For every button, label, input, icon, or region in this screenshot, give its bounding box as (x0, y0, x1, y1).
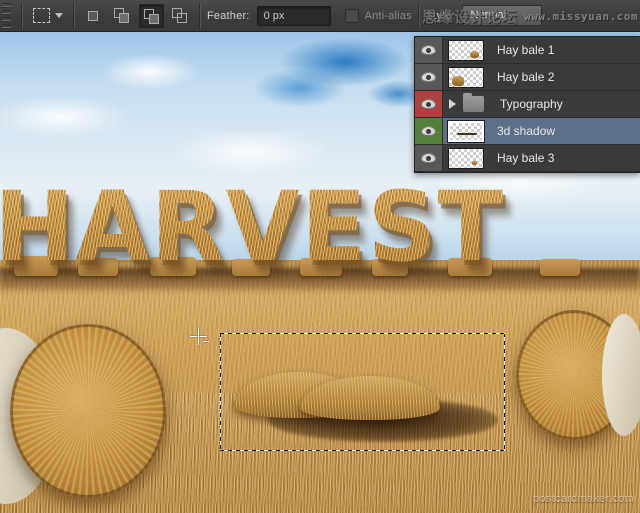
layers-panel[interactable]: Hay bale 1 Hay bale 2 Typography 3d shadow H… (414, 36, 640, 173)
add-to-selection-button[interactable] (110, 4, 135, 28)
layer-row[interactable]: Typography (415, 91, 640, 118)
anti-alias-checkbox[interactable] (345, 9, 359, 23)
layer-row[interactable]: 3d shadow (415, 118, 640, 145)
layer-visibility-toggle[interactable] (415, 64, 443, 90)
tool-preset-picker[interactable] (29, 8, 67, 23)
options-bar: Feather: 0 px Anti-alias Style: Normal 思… (0, 0, 640, 32)
layer-thumbnail (448, 121, 484, 142)
layer-thumbnail (448, 148, 484, 169)
harvest-text-face: HARVEST (0, 168, 634, 286)
toolbar-separator-2 (73, 3, 75, 29)
style-label: Style: (426, 10, 455, 22)
thumbnail-bale-shape (470, 51, 479, 58)
layer-thumbnail (448, 40, 484, 61)
layer-thumbnail-cell[interactable] (443, 145, 489, 171)
layer-visibility-toggle[interactable] (415, 37, 443, 63)
feather-label: Feather: (207, 10, 250, 22)
eye-icon (421, 99, 436, 109)
eye-icon (421, 153, 436, 163)
toolbar-separator-1 (21, 3, 23, 29)
layer-visibility-toggle[interactable] (415, 91, 443, 117)
layer-row[interactable]: Hay bale 2 (415, 64, 640, 91)
style-dropdown[interactable]: Normal (462, 5, 542, 26)
right-bale-side-face (602, 314, 640, 436)
subtract-from-selection-button[interactable] (139, 4, 164, 28)
layer-thumbnail (448, 67, 484, 88)
harvest-3d-text: HARVEST HARVEST (0, 168, 634, 298)
layer-name-label: Hay bale 1 (497, 43, 554, 57)
layer-thumbnail-cell[interactable] (443, 118, 489, 144)
folder-icon (463, 96, 484, 112)
eye-icon (421, 72, 436, 82)
intersect-with-selection-button[interactable] (168, 4, 193, 28)
rectangular-marquee-icon (33, 8, 50, 23)
new-selection-button[interactable] (81, 4, 106, 28)
feather-input[interactable]: 0 px (257, 6, 331, 26)
layer-thumbnail-cell[interactable] (443, 37, 489, 63)
eye-icon (421, 45, 436, 55)
toolbar-separator-3 (199, 3, 201, 29)
chevron-down-icon[interactable] (55, 13, 63, 18)
anti-alias-label: Anti-alias (365, 10, 412, 22)
layer-name-label: Hay bale 3 (497, 151, 554, 165)
layer-name-label: Hay bale 2 (497, 70, 554, 84)
new-selection-icon (88, 11, 98, 21)
layer-visibility-toggle[interactable] (415, 118, 443, 144)
layer-row[interactable]: Hay bale 3 (415, 145, 640, 172)
eye-icon (421, 126, 436, 136)
group-expand-arrow-icon[interactable] (449, 99, 456, 109)
layer-name-label: 3d shadow (497, 124, 555, 138)
layer-name-label: Typography (500, 97, 563, 111)
thumbnail-shadow-shape (457, 133, 477, 135)
subtract-selection-icon-front (149, 14, 159, 24)
left-bale-rim (10, 324, 166, 498)
intersect-selection-icon-front (177, 13, 187, 23)
toolbar-separator-4 (418, 3, 420, 29)
layer-thumbnail-cell[interactable] (443, 64, 489, 90)
thumbnail-bale-shape (472, 161, 477, 165)
selection-mode-group (81, 4, 193, 28)
thumbnail-bale-shape (452, 76, 464, 86)
left-hay-bale (10, 324, 166, 498)
layer-row[interactable]: Hay bale 1 (415, 37, 640, 64)
add-selection-icon-front (119, 13, 129, 23)
options-bar-drag-handle[interactable] (2, 3, 11, 29)
layer-visibility-toggle[interactable] (415, 145, 443, 171)
photoshop-window: Feather: 0 px Anti-alias Style: Normal 思… (0, 0, 640, 513)
